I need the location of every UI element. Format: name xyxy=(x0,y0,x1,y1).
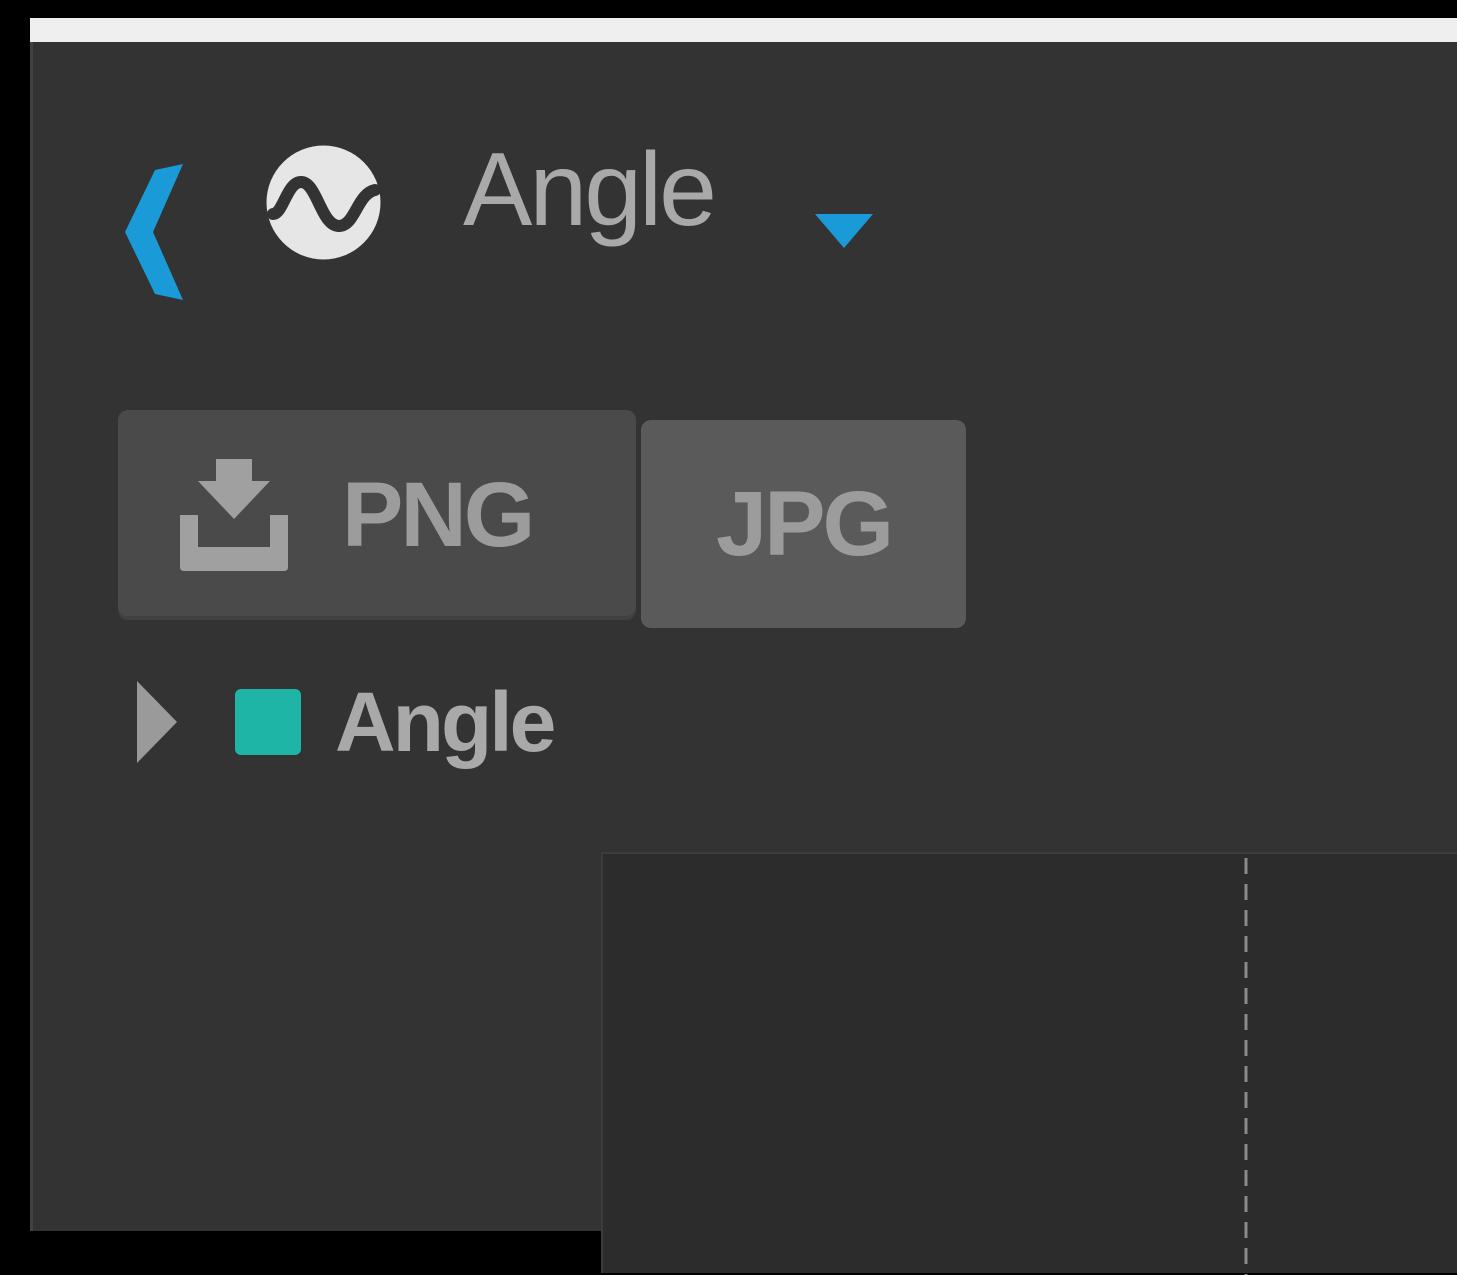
cursor-line[interactable] xyxy=(1243,854,1249,1275)
waveform-circle-icon xyxy=(266,145,381,260)
export-png-button[interactable]: PNG xyxy=(118,410,636,620)
jpg-label: JPG xyxy=(715,472,894,575)
legend-swatch xyxy=(235,689,301,755)
legend-label[interactable]: Angle xyxy=(335,674,556,771)
page-title[interactable]: Angle xyxy=(463,138,717,242)
download-icon xyxy=(180,459,288,571)
window-top-bar xyxy=(30,18,1457,42)
plot-area[interactable] xyxy=(601,852,1457,1275)
caret-down-icon[interactable] xyxy=(773,210,873,250)
chart-panel: Angle PNG JPG Angle xyxy=(30,42,1457,1275)
png-label: PNG xyxy=(342,463,535,566)
triangle-right-icon[interactable] xyxy=(133,679,179,765)
export-jpg-button[interactable]: JPG xyxy=(641,420,966,628)
legend: Angle xyxy=(133,672,556,772)
chevron-left-icon[interactable] xyxy=(113,162,193,302)
